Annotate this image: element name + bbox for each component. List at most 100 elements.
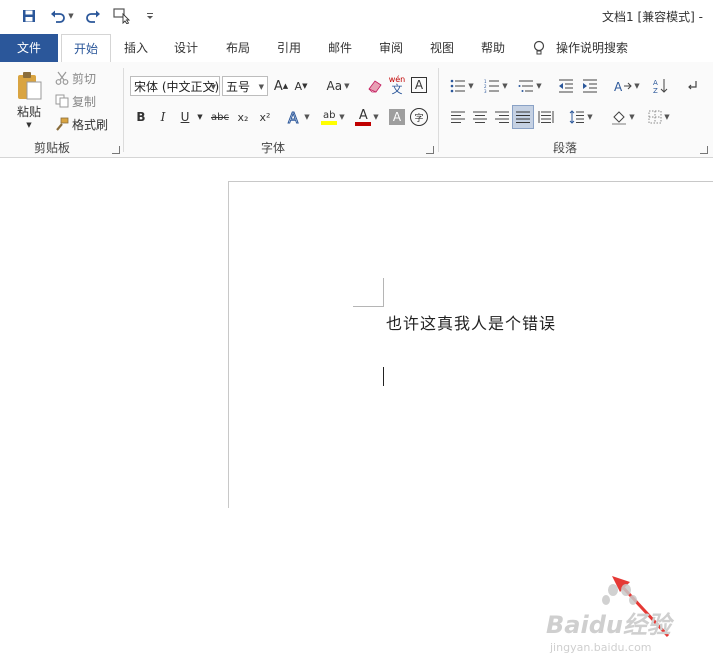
- justify-icon[interactable]: [512, 105, 534, 129]
- tab-layout[interactable]: 布局: [218, 34, 258, 62]
- copy-icon[interactable]: [54, 93, 70, 109]
- text-cursor: [383, 367, 384, 386]
- bullets-button[interactable]: ▼: [448, 76, 476, 96]
- text-effects-button[interactable]: A ▼: [284, 107, 312, 127]
- distributed-icon[interactable]: [536, 107, 556, 127]
- group-divider: [438, 68, 439, 152]
- baidu-watermark: Baidu经验 jingyan.baidu.com: [540, 583, 700, 665]
- borders-button[interactable]: ▼: [644, 107, 674, 127]
- tab-view[interactable]: 视图: [422, 34, 462, 62]
- italic-button[interactable]: I: [155, 107, 171, 127]
- change-case-label: Aa: [326, 79, 343, 93]
- character-border-button[interactable]: A: [411, 77, 427, 93]
- document-text[interactable]: 也许这真我人是个错误: [386, 310, 556, 334]
- clear-formatting-icon[interactable]: [366, 76, 384, 96]
- touch-mode-icon[interactable]: [112, 6, 132, 26]
- cut-icon[interactable]: [54, 70, 70, 86]
- font-size-value: 五号: [226, 80, 251, 94]
- phonetic-bottom-text: 文: [391, 83, 403, 96]
- cut-label[interactable]: 剪切: [72, 70, 102, 86]
- underline-button[interactable]: U: [177, 107, 193, 127]
- font-group-label: 字体: [261, 141, 286, 155]
- svg-text:A: A: [653, 79, 658, 87]
- align-right-icon[interactable]: [492, 107, 512, 127]
- ribbon-tabs: 文件 开始 插入 设计 布局 引用 邮件 审阅 视图 帮助 操作说明搜索: [0, 34, 713, 63]
- font-name-value: 宋体 (中文正文): [134, 80, 220, 94]
- paste-label[interactable]: 粘贴: [14, 104, 44, 119]
- save-icon[interactable]: [20, 6, 38, 26]
- strikethrough-button[interactable]: abc: [209, 107, 231, 127]
- tab-mailings[interactable]: 邮件: [320, 34, 360, 62]
- sort-icon[interactable]: AZ: [652, 76, 670, 96]
- format-painter-label[interactable]: 格式刷: [72, 116, 112, 132]
- tell-me-search[interactable]: 操作说明搜索: [556, 34, 636, 62]
- paragraph-group-label: 段落: [553, 141, 578, 155]
- paint-bucket-icon: [612, 111, 627, 125]
- asian-layout-button[interactable]: A ▼: [612, 76, 642, 96]
- font-color-swatch: [355, 121, 372, 126]
- tab-insert[interactable]: 插入: [116, 34, 156, 62]
- clipboard-launcher-icon[interactable]: [112, 146, 120, 154]
- line-spacing-icon: [569, 110, 585, 124]
- underline-dropdown-arrow[interactable]: ▼: [195, 107, 205, 127]
- format-painter-icon[interactable]: [54, 116, 70, 132]
- chevron-down-icon: ▼: [258, 83, 264, 91]
- numbering-button[interactable]: 1 2 3 ▼: [482, 76, 510, 96]
- lightbulb-icon[interactable]: [530, 34, 548, 62]
- tab-review[interactable]: 审阅: [371, 34, 411, 62]
- highlight-swatch: [321, 120, 338, 125]
- subscript-button[interactable]: x₂: [234, 107, 252, 127]
- increase-indent-icon[interactable]: [580, 76, 600, 96]
- paste-dropdown-arrow[interactable]: ▼: [24, 120, 34, 130]
- undo-button[interactable]: ▼: [48, 6, 76, 26]
- document-canvas[interactable]: 也许这真我人是个错误 Baidu经验 jingyan.baidu.com: [0, 158, 713, 654]
- decrease-indent-icon[interactable]: [556, 76, 576, 96]
- tab-help[interactable]: 帮助: [473, 34, 513, 62]
- line-spacing-button[interactable]: ▼: [566, 107, 596, 127]
- asian-layout-icon: A: [614, 80, 633, 93]
- group-divider: [123, 68, 124, 152]
- document-title: 文档1 [兼容模式] -: [602, 10, 703, 24]
- enclose-characters-button[interactable]: 字: [410, 108, 428, 126]
- document-page[interactable]: 也许这真我人是个错误: [228, 181, 713, 508]
- paragraph-shading-button[interactable]: ▼: [608, 107, 638, 127]
- svg-text:Z: Z: [653, 87, 658, 94]
- tab-design[interactable]: 设计: [166, 34, 206, 62]
- margin-crop-mark: [353, 306, 384, 307]
- svg-text:A: A: [288, 109, 299, 125]
- superscript-button[interactable]: x²: [256, 107, 274, 127]
- bold-button[interactable]: B: [133, 107, 149, 127]
- margin-crop-mark: [383, 278, 384, 306]
- copy-label[interactable]: 复制: [72, 93, 102, 109]
- font-launcher-icon[interactable]: [426, 146, 434, 154]
- grow-font-icon[interactable]: A ▲: [273, 76, 289, 96]
- multilevel-list-icon: [518, 80, 534, 92]
- borders-icon: [648, 110, 662, 124]
- character-shading-button[interactable]: A: [389, 109, 405, 125]
- multilevel-list-button[interactable]: ▼: [516, 76, 544, 96]
- paste-icon[interactable]: [12, 70, 46, 102]
- tab-file[interactable]: 文件: [0, 34, 58, 62]
- tab-home[interactable]: 开始: [61, 34, 111, 63]
- change-case-button[interactable]: Aa ▼: [323, 76, 353, 96]
- bullets-icon: [450, 79, 466, 93]
- tab-references[interactable]: 引用: [269, 34, 309, 62]
- shrink-font-icon[interactable]: A ▼: [293, 76, 309, 96]
- align-left-icon[interactable]: [448, 107, 468, 127]
- svg-text:3: 3: [484, 89, 487, 93]
- ribbon: 粘贴 ▼ 剪切 复制 格式刷 剪贴板 宋体 (中文正文) ▼ 五号 ▼ A ▲ A…: [0, 62, 713, 158]
- title-bar: ▼ 文档1 [兼容模式] -: [0, 0, 713, 34]
- align-center-icon[interactable]: [470, 107, 490, 127]
- highlight-color-button[interactable]: ab ▼: [318, 106, 348, 128]
- font-name-combo[interactable]: 宋体 (中文正文) ▼: [130, 76, 220, 96]
- font-size-combo[interactable]: 五号 ▼: [222, 76, 268, 96]
- customize-qat-icon[interactable]: [144, 6, 156, 26]
- watermark-url: jingyan.baidu.com: [550, 641, 652, 654]
- show-paragraph-marks-icon[interactable]: [684, 76, 702, 96]
- redo-icon[interactable]: [84, 6, 102, 26]
- font-color-button[interactable]: A ▼: [352, 106, 382, 128]
- phonetic-guide-button[interactable]: wén 文: [388, 73, 406, 97]
- paragraph-launcher-icon[interactable]: [700, 146, 708, 154]
- highlight-text: ab: [323, 109, 336, 121]
- watermark-brand: Baidu经验: [546, 611, 671, 639]
